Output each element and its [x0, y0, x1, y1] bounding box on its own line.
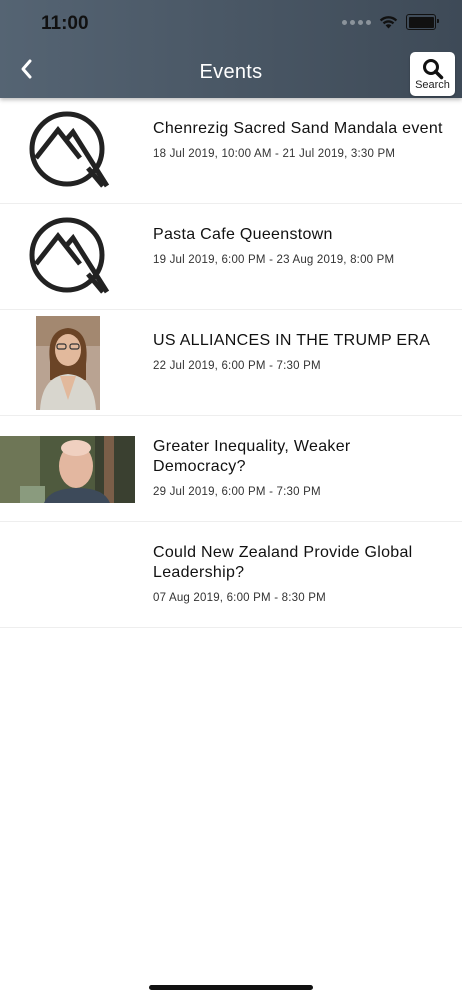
event-title: Chenrezig Sacred Sand Mandala event — [153, 120, 443, 137]
signal-icon — [342, 19, 371, 25]
event-date: 29 Jul 2019, 6:00 PM - 7:30 PM — [153, 486, 321, 498]
mountain-logo-image — [29, 217, 110, 294]
event-date: 22 Jul 2019, 6:00 PM - 7:30 PM — [153, 360, 321, 372]
event-title: Greater Inequality, Weaker Democracy? — [153, 438, 351, 475]
status-icons — [342, 14, 439, 30]
event-row[interactable]: Could New Zealand Provide Global Leaders… — [0, 522, 462, 628]
event-image-placeholder — [0, 522, 135, 627]
man-portrait-image — [0, 436, 135, 503]
event-row[interactable]: Pasta Cafe Queenstown 19 Jul 2019, 6:00 … — [0, 204, 462, 310]
mountain-logo-image — [29, 111, 110, 188]
battery-icon — [406, 14, 439, 30]
event-title: Pasta Cafe Queenstown — [153, 226, 333, 243]
event-date: 19 Jul 2019, 6:00 PM - 23 Aug 2019, 8:00… — [153, 254, 395, 266]
search-label: Search — [415, 79, 450, 91]
event-title: Could New Zealand Provide Global Leaders… — [153, 544, 413, 581]
wifi-icon — [379, 16, 398, 29]
page-title: Events — [199, 61, 263, 83]
event-row[interactable]: Greater Inequality, Weaker Democracy? 29… — [0, 416, 462, 522]
event-date: 07 Aug 2019, 6:00 PM - 8:30 PM — [153, 592, 326, 604]
event-row[interactable]: Chenrezig Sacred Sand Mandala event 18 J… — [0, 98, 462, 204]
search-button[interactable]: Search — [410, 52, 455, 96]
event-date: 18 Jul 2019, 10:00 AM - 21 Jul 2019, 3:3… — [153, 148, 396, 160]
event-list: Chenrezig Sacred Sand Mandala event 18 J… — [0, 98, 462, 628]
status-time: 11:00 — [41, 13, 89, 34]
search-icon — [422, 59, 443, 80]
event-title: US ALLIANCES IN THE TRUMP ERA — [153, 332, 431, 349]
woman-portrait-image — [36, 316, 100, 410]
event-row[interactable]: US ALLIANCES IN THE TRUMP ERA 22 Jul 201… — [0, 310, 462, 416]
home-indicator — [149, 985, 313, 990]
navigation-header: 11:00 Events Search — [0, 0, 462, 98]
